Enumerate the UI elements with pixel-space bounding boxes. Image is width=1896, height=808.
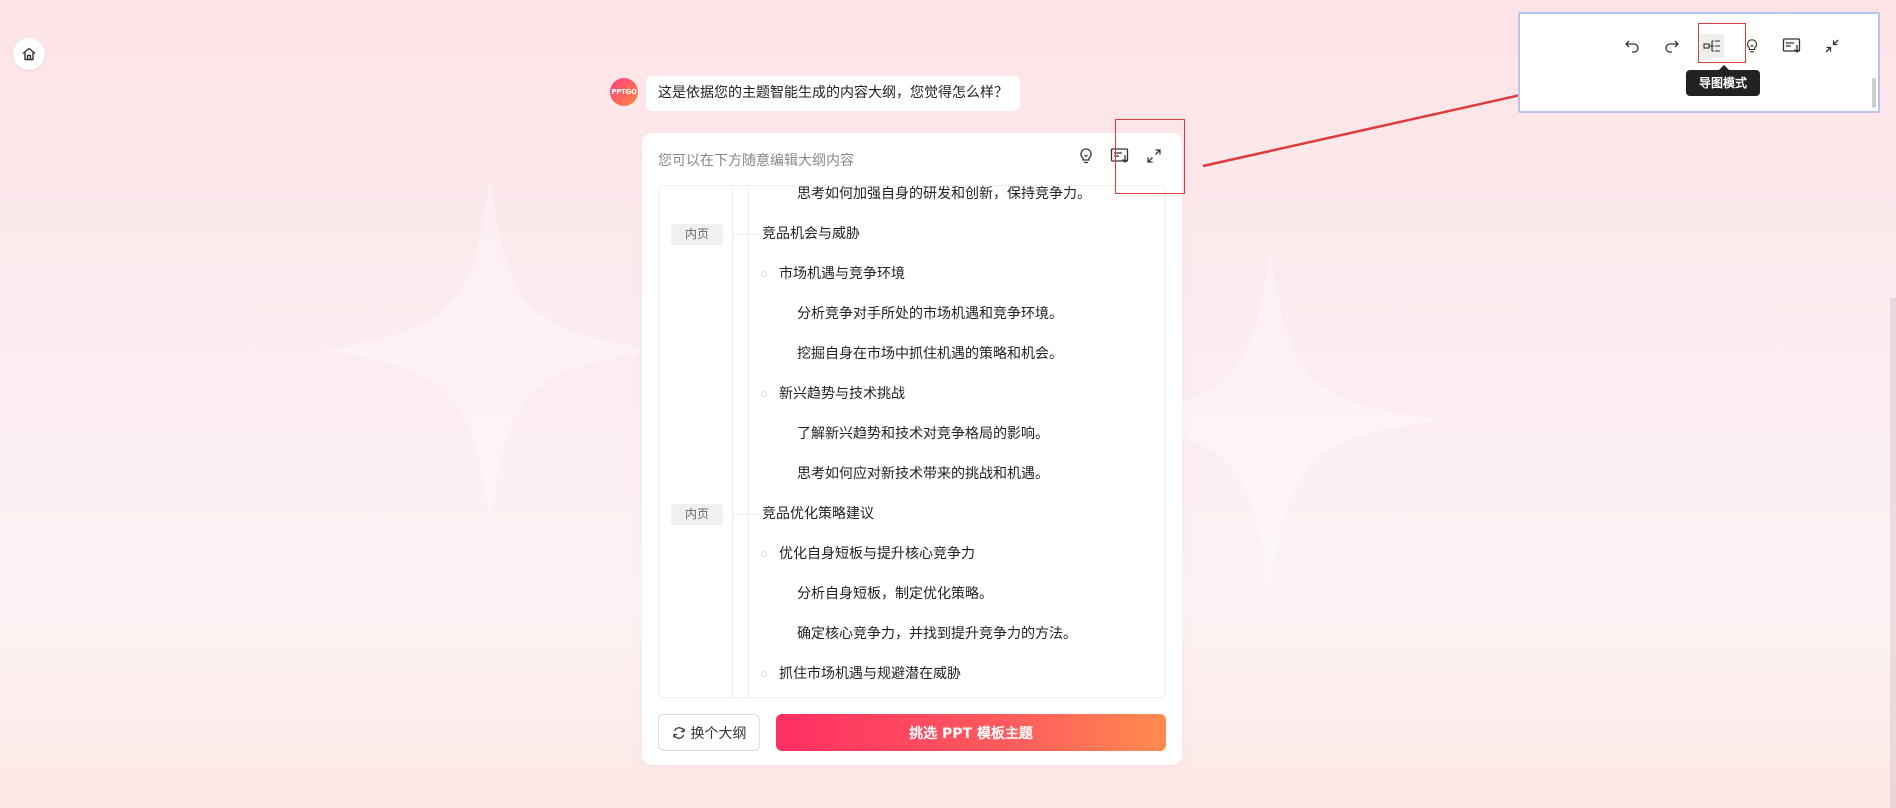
collapse-icon — [1825, 39, 1839, 53]
annotation-arrow — [1202, 50, 1690, 168]
redo-button[interactable] — [1660, 34, 1684, 58]
undo-button[interactable] — [1620, 34, 1644, 58]
annotation-highlight-box — [1698, 23, 1746, 63]
lightbulb-icon — [1747, 39, 1757, 53]
export-outline-button[interactable] — [1780, 34, 1804, 58]
page-scrollbar[interactable] — [1890, 298, 1896, 808]
list-download-icon — [1782, 38, 1801, 53]
toolbar-inset: 导图模式 — [1518, 12, 1880, 113]
inset-scrollbar[interactable] — [1872, 78, 1876, 108]
redo-icon — [1665, 40, 1679, 53]
undo-icon — [1625, 40, 1639, 53]
collapse-button[interactable] — [1820, 34, 1844, 58]
mindmap-tooltip: 导图模式 — [1686, 65, 1760, 96]
